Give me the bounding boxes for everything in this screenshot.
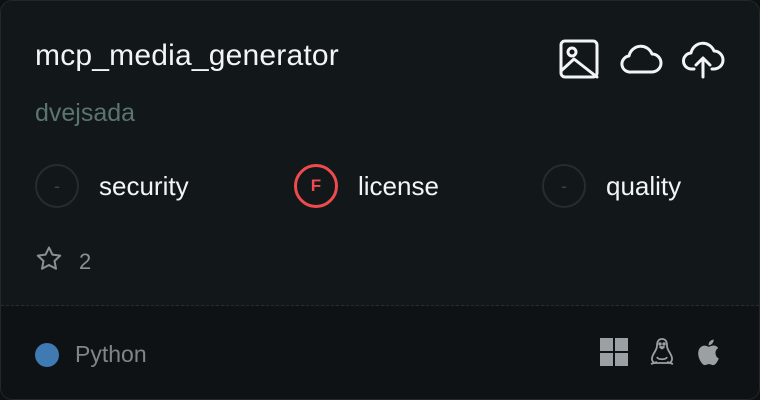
image-icon — [557, 37, 601, 81]
star-icon — [35, 245, 63, 278]
cloud-upload-icon — [681, 37, 725, 81]
server-card[interactable]: mcp_media_generator dvejsada - security … — [0, 0, 760, 400]
score-row: - security F license - quality — [35, 164, 725, 212]
security-grade: - — [35, 164, 79, 208]
star-count: 2 — [79, 248, 92, 274]
apple-icon — [695, 337, 725, 372]
language-name: Python — [75, 341, 147, 367]
quality-grade: - — [542, 164, 586, 208]
card-footer: Python — [1, 306, 759, 399]
linux-icon — [647, 337, 677, 372]
score-license[interactable]: F license — [294, 164, 439, 208]
score-security[interactable]: - security — [35, 164, 189, 208]
language-dot — [35, 342, 59, 367]
server-author[interactable]: dvejsada — [35, 99, 135, 128]
server-title[interactable]: mcp_media_generator — [35, 39, 339, 73]
stars[interactable]: 2 — [35, 245, 91, 278]
score-quality[interactable]: - quality — [542, 164, 681, 208]
language: Python — [35, 341, 147, 368]
cloud-icon — [619, 37, 663, 81]
capability-icons — [557, 37, 725, 81]
windows-icon — [599, 337, 629, 372]
quality-label: quality — [606, 170, 682, 201]
license-label: license — [358, 170, 439, 201]
license-grade: F — [294, 164, 338, 208]
platforms — [599, 337, 725, 372]
security-label: security — [99, 170, 189, 201]
